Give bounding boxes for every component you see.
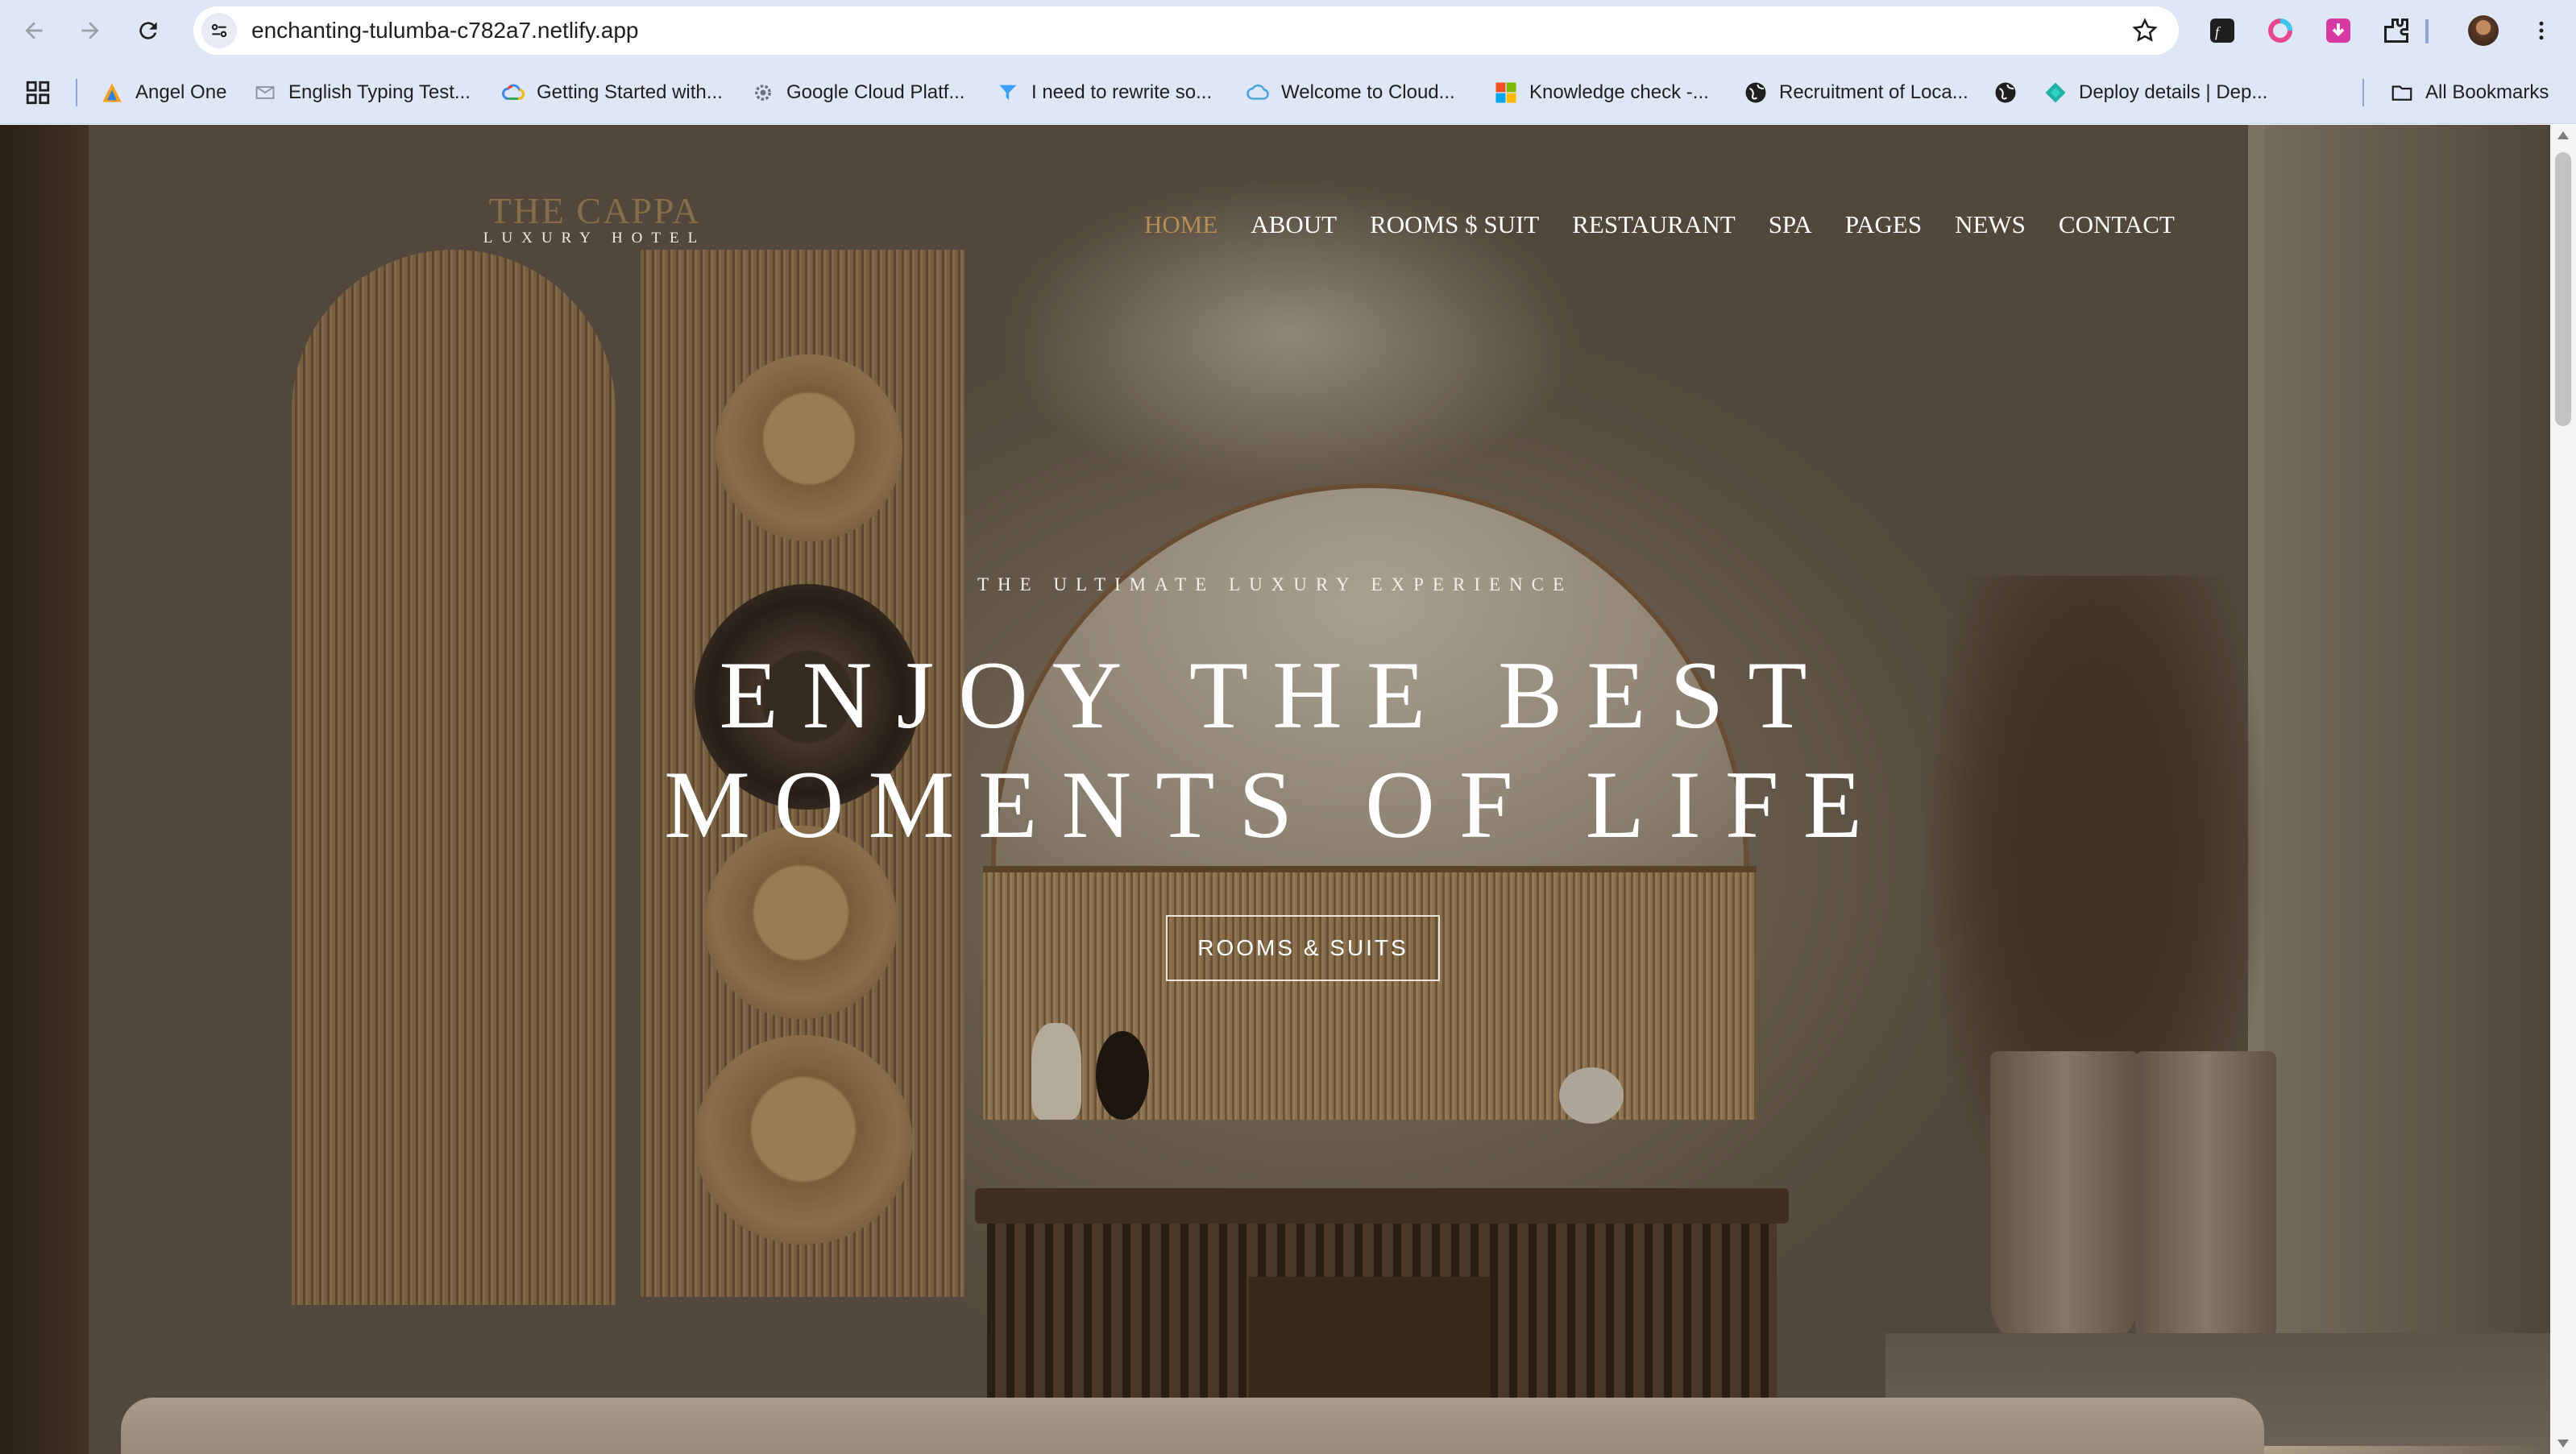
netlify-icon (2043, 81, 2068, 105)
color-extension-icon[interactable] (2263, 13, 2298, 48)
site-info-icon[interactable] (201, 13, 237, 48)
menu-icon[interactable] (2524, 13, 2559, 48)
bookmark-label: English Typing Test... (288, 81, 471, 103)
typing-icon (253, 81, 277, 105)
bookmark-welcome-cloud[interactable]: Welcome to Cloud... (1246, 61, 1455, 124)
all-bookmarks[interactable]: All Bookmarks (2390, 61, 2549, 124)
bookmark-google-cloud-platform[interactable]: Google Cloud Platf... (751, 61, 964, 124)
nav-contact[interactable]: CONTACT (2059, 210, 2175, 239)
url-text[interactable]: enchanting-tulumba-c782a7.netlify.app (251, 6, 638, 55)
bookmark-label: Google Cloud Platf... (786, 81, 965, 103)
hero-section: THE CAPPA LUXURY HOTEL HOME ABOUT ROOMS … (0, 125, 2550, 1454)
site-logo[interactable]: THE CAPPA LUXURY HOTEL (466, 191, 724, 247)
fx-extension-icon[interactable]: f (2205, 13, 2240, 48)
rooms-suits-button[interactable]: ROOMS & SUITS (1166, 915, 1440, 981)
hero-kicker: THE ULTIMATE LUXURY EXPERIENCE (977, 574, 1574, 594)
nav-news[interactable]: NEWS (1955, 210, 2026, 239)
nav-pages[interactable]: PAGES (1845, 210, 1922, 239)
bookmark-typing-test[interactable]: English Typing Test... (253, 61, 471, 124)
bookmark-angel-one[interactable]: Angel One (100, 61, 226, 124)
scroll-thumb[interactable] (2555, 152, 2571, 426)
microsoft-icon (1494, 81, 1518, 105)
cloud-icon (1246, 81, 1270, 105)
scroll-down-icon[interactable] (2557, 1440, 2569, 1448)
bookmarks-divider (2362, 79, 2364, 106)
bookmark-label: Angel One (135, 81, 227, 103)
gear-icon (751, 81, 775, 105)
all-bookmarks-label: All Bookmarks (2425, 81, 2549, 103)
bookmark-label: Welcome to Cloud... (1281, 81, 1455, 103)
nav-rooms-suit[interactable]: ROOMS $ SUIT (1370, 210, 1539, 239)
bookmark-getting-started[interactable]: Getting Started with... (501, 61, 723, 124)
page-scrollbar[interactable] (2550, 125, 2576, 1454)
toolbar-divider (2425, 19, 2429, 43)
nav-about[interactable]: ABOUT (1251, 210, 1337, 239)
bookmark-label: I need to rewrite so... (1031, 81, 1213, 103)
reload-icon[interactable] (131, 13, 166, 48)
globe-icon (1993, 81, 2018, 105)
bookmark-globe[interactable] (1993, 61, 2029, 124)
bookmark-deploy-details[interactable]: Deploy details | Dep... (2043, 61, 2267, 124)
bookmark-rewrite[interactable]: I need to rewrite so... (996, 61, 1212, 124)
puzzle-extensions-icon[interactable] (2379, 13, 2414, 48)
apps-grid-icon[interactable] (24, 61, 52, 124)
download-extension-icon[interactable] (2321, 13, 2356, 48)
bookmark-label: Knowledge check -... (1529, 81, 1709, 103)
google-cloud-icon (501, 81, 525, 105)
back-icon[interactable] (16, 13, 52, 48)
logo-name: THE CAPPA (488, 190, 701, 231)
hero-title: ENJOY THE BEST MOMENTS OF LIFE (0, 640, 2550, 860)
address-bar[interactable]: enchanting-tulumba-c782a7.netlify.app (193, 6, 2179, 55)
main-nav: HOME ABOUT ROOMS $ SUIT RESTAURANT SPA P… (1144, 210, 2208, 239)
bookmark-label: Getting Started with... (537, 81, 723, 103)
quillbot-icon (996, 81, 1020, 105)
bookmark-label: Deploy details | Dep... (2079, 81, 2268, 103)
browser-toolbar: enchanting-tulumba-c782a7.netlify.app f (0, 0, 2576, 61)
bookmarks-divider (76, 79, 77, 106)
bookmark-label: Recruitment of Loca... (1779, 81, 1968, 103)
nav-spa[interactable]: SPA (1769, 210, 1812, 239)
folder-icon (2390, 81, 2414, 105)
scroll-up-icon[interactable] (2557, 131, 2569, 139)
logo-tagline: LUXURY HOTEL (483, 230, 707, 246)
hero-title-line-2: MOMENTS OF LIFE (664, 751, 1886, 858)
bookmark-knowledge-check[interactable]: Knowledge check -... (1494, 61, 1709, 124)
profile-avatar[interactable] (2466, 13, 2501, 48)
forward-icon[interactable] (73, 13, 108, 48)
globe-icon (1744, 81, 1768, 105)
nav-home[interactable]: HOME (1144, 210, 1217, 239)
star-icon[interactable] (2129, 14, 2161, 47)
bookmarks-bar: Angel One English Typing Test... Getting… (0, 61, 2576, 124)
bookmark-recruitment[interactable]: Recruitment of Loca... (1744, 61, 1968, 124)
nav-restaurant[interactable]: RESTAURANT (1572, 210, 1735, 239)
hero-title-line-1: ENJOY THE BEST (719, 641, 1831, 748)
angel-one-icon (100, 81, 124, 105)
